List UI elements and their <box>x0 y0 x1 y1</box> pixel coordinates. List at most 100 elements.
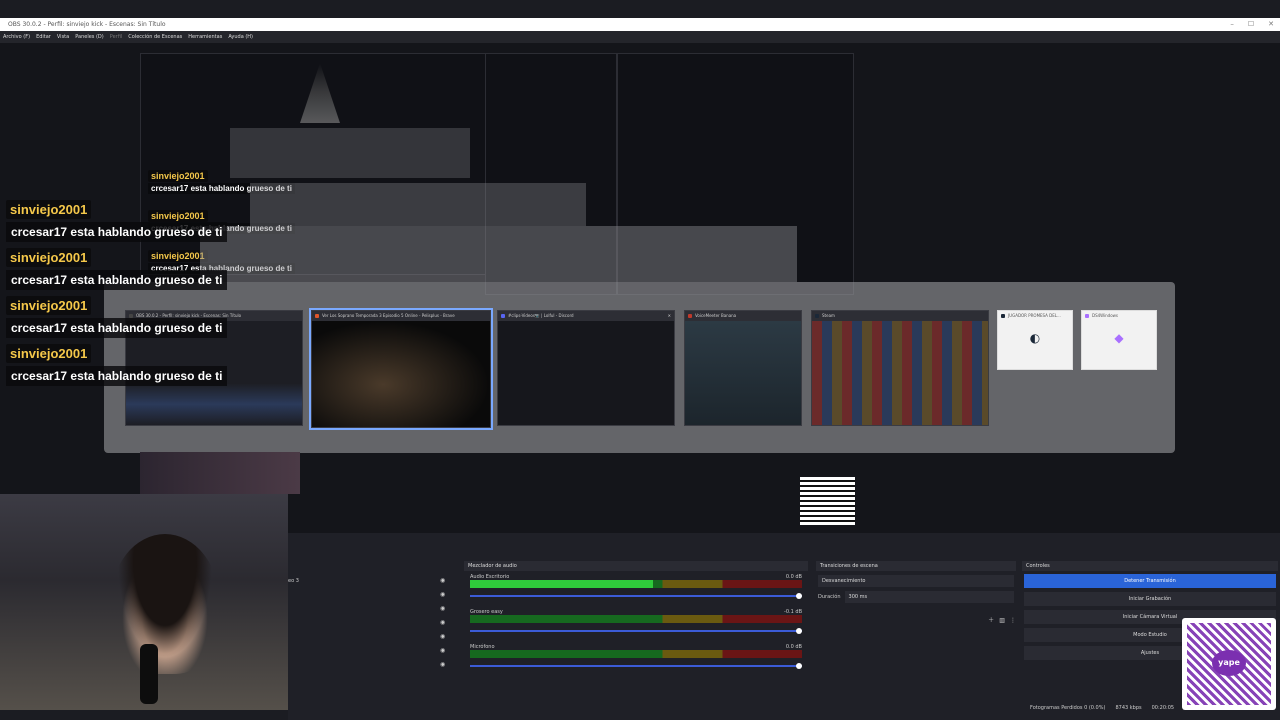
volume-meter <box>470 615 802 623</box>
chat-username: sinviejo2001 <box>6 296 92 315</box>
window-title: OBS 30.0.2 - Perfil: sinviejo kick - Esc… <box>8 21 166 28</box>
volume-meter <box>470 650 802 658</box>
tile-title: VoiceMeeter Banana <box>695 313 737 318</box>
menu-herramientas[interactable]: Herramientas <box>188 31 222 43</box>
switcher-tile-brave[interactable]: Ver Los Soprano Temporada 3 Episodio 5 O… <box>309 308 493 430</box>
streamer-face <box>110 534 220 674</box>
menu-perfil[interactable]: Perfil <box>110 31 123 43</box>
add-icon[interactable]: ＋ <box>988 617 994 624</box>
maximize-button[interactable]: ☐ <box>1248 18 1254 31</box>
transition-toolbar: ＋ ▥ ⋮ <box>816 607 1016 626</box>
switcher-echo <box>200 226 797 282</box>
audio-mixer-dock: Mezclador de audio Audio Escritorio 0.0 … <box>464 561 808 701</box>
meter-level <box>470 580 653 588</box>
tile-thumbnail <box>498 321 674 425</box>
eye-icon[interactable]: ◉ <box>440 605 445 612</box>
voicemeeter-icon <box>688 314 692 318</box>
steam-logo-icon: ◐ <box>1029 331 1041 345</box>
window-title-bar: OBS 30.0.2 - Perfil: sinviejo kick - Esc… <box>0 18 1280 31</box>
gamepad-icon: ◆ <box>1114 331 1124 345</box>
mixer-channel: Micrófono 0.0 dB <box>470 644 802 669</box>
qr-code-echo <box>800 477 855 525</box>
tile-title: JUGADOR PROMESA DEL... <box>1008 313 1061 318</box>
eye-icon[interactable]: ◉ <box>440 619 445 626</box>
menu-ayuda[interactable]: Ayuda (H) <box>228 31 253 43</box>
chat-username: sinviejo2001 <box>148 170 208 182</box>
source-visibility-column: ◉ ◉ ◉ ◉ ◉ ◉ ◉ <box>440 577 445 668</box>
window-controls: – ☐ ✕ <box>1230 18 1274 31</box>
tile-thumbnail <box>685 321 801 425</box>
switcher-tile-steam[interactable]: Steam <box>811 310 989 426</box>
more-icon[interactable]: ⋮ <box>1010 617 1016 624</box>
tile-title: Ver Los Soprano Temporada 3 Episodio 5 O… <box>322 313 455 318</box>
webcam-echo <box>140 452 300 494</box>
brave-icon <box>315 314 319 318</box>
slider-knob[interactable] <box>796 628 802 634</box>
chat-message: crcesar17 esta hablando grueso de ti <box>6 366 228 386</box>
discord-icon <box>501 314 505 318</box>
eye-icon[interactable]: ◉ <box>440 633 445 640</box>
close-button[interactable]: ✕ <box>1268 18 1274 31</box>
stream-time: 00:20:05 <box>1151 705 1175 711</box>
webcam-feed <box>0 494 288 710</box>
slider-knob[interactable] <box>796 593 802 599</box>
menu-paneles[interactable]: Paneles (D) <box>75 31 104 43</box>
volume-meter <box>470 580 802 588</box>
switcher-tile-steam-game[interactable]: JUGADOR PROMESA DEL... ◐ <box>997 310 1073 370</box>
steam-icon <box>815 314 819 318</box>
ds4windows-icon <box>1085 314 1089 318</box>
trash-icon[interactable]: ▥ <box>999 617 1005 624</box>
audio-mixer-title: Mezclador de audio <box>464 561 808 571</box>
eye-icon[interactable]: ◉ <box>440 577 445 584</box>
controls-title: Controles <box>1022 561 1278 571</box>
scene-transitions-dock: Transiciones de escena Desvanecimiento D… <box>816 561 1016 661</box>
chat-username: sinviejo2001 <box>6 200 92 219</box>
eye-icon[interactable]: ◉ <box>440 661 445 668</box>
stop-streaming-button[interactable]: Detener Transmisión <box>1024 574 1276 588</box>
task-switcher: OBS 30.0.2 - Perfil: sinviejo kick - Esc… <box>104 282 1175 453</box>
switcher-echo <box>250 183 586 226</box>
mixer-channel: Audio Escritorio 0.0 dB <box>470 574 802 599</box>
chat-overlay: sinviejo2001 crcesar17 esta hablando gru… <box>6 199 228 386</box>
yape-logo: yape <box>1212 650 1246 676</box>
menu-bar: Archivo (F) Editar Vista Paneles (D) Per… <box>0 31 1280 43</box>
bottom-docks: eo 3 ◉ ◉ ◉ ◉ ◉ ◉ ◉ Mezclador de audio Au… <box>288 533 1280 720</box>
menu-editar[interactable]: Editar <box>36 31 51 43</box>
menu-archivo[interactable]: Archivo (F) <box>3 31 30 43</box>
source-item-label: eo 3 <box>288 578 299 584</box>
switcher-tile-ds4windows[interactable]: DS4Windows ◆ <box>1081 310 1157 370</box>
microphone-icon <box>140 644 158 704</box>
transitions-title: Transiciones de escena <box>816 561 1016 571</box>
yape-qr-code: yape <box>1182 618 1276 710</box>
mixer-channel: Grosero easy -0.1 dB <box>470 609 802 634</box>
eye-icon[interactable]: ◉ <box>440 591 445 598</box>
tile-title: #clips-Videos📷 | Lolful - Discord <box>508 313 574 318</box>
eye-icon[interactable]: ◉ <box>440 647 445 654</box>
bitrate: 8743 kbps <box>1115 705 1142 711</box>
minimize-button[interactable]: – <box>1230 18 1234 31</box>
menu-coleccion-escenas[interactable]: Colección de Escenas <box>128 31 182 43</box>
transition-select[interactable]: Desvanecimiento <box>818 575 1014 587</box>
menu-vista[interactable]: Vista <box>57 31 69 43</box>
tile-thumbnail <box>812 321 988 425</box>
slider-knob[interactable] <box>796 663 802 669</box>
chat-message: crcesar17 esta hablando grueso de ti <box>6 318 228 338</box>
start-recording-button[interactable]: Iniciar Grabación <box>1024 592 1276 606</box>
chat-username: sinviejo2001 <box>6 344 92 363</box>
volume-slider[interactable] <box>470 663 802 669</box>
tile-thumbnail <box>312 321 490 427</box>
switcher-tile-voicemeeter[interactable]: VoiceMeeter Banana <box>684 310 802 426</box>
chat-message: crcesar17 esta hablando grueso de ti <box>6 222 228 242</box>
tile-title: Steam <box>822 313 835 318</box>
volume-slider[interactable] <box>470 628 802 634</box>
duration-label: Duración <box>818 594 841 600</box>
duration-input[interactable]: 300 ms <box>844 591 1014 603</box>
dropped-frames: Fotogramas Perdidos 0 (0.0%) <box>1030 705 1106 711</box>
volume-slider[interactable] <box>470 593 802 599</box>
chat-username: sinviejo2001 <box>6 248 92 267</box>
close-icon[interactable]: ✕ <box>668 311 671 321</box>
tile-title: DS4Windows <box>1092 313 1119 318</box>
steam-icon <box>1001 314 1005 318</box>
switcher-tile-discord[interactable]: #clips-Videos📷 | Lolful - Discord ✕ <box>497 310 675 426</box>
chat-message: crcesar17 esta hablando grueso de ti <box>6 270 228 290</box>
